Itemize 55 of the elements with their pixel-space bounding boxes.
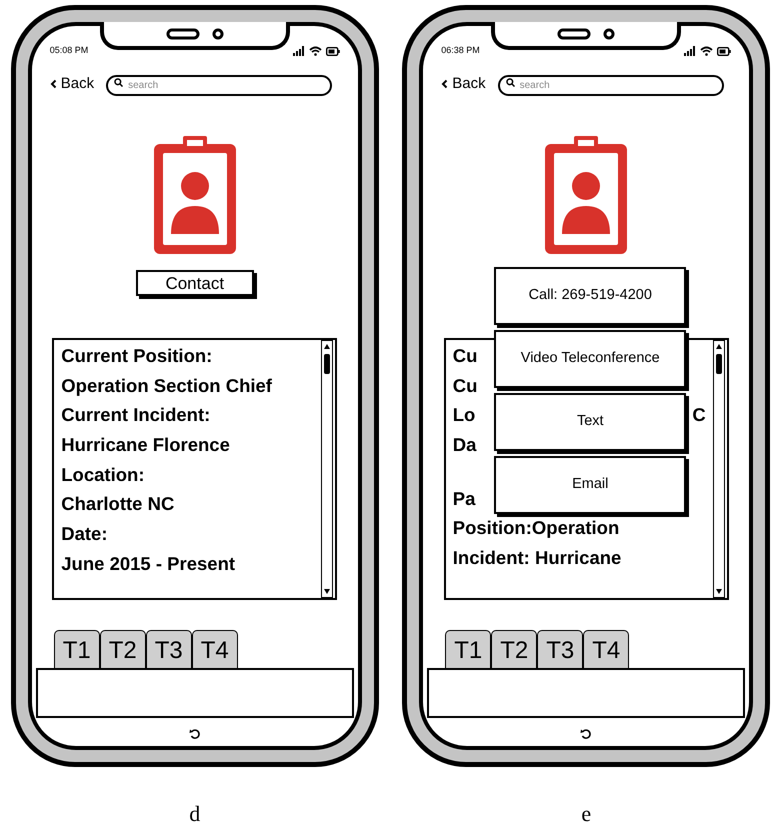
status-time: 06:38 PM	[441, 44, 480, 58]
contact-option-menu[interactable]: Email	[494, 456, 686, 514]
wifi-icon	[308, 46, 322, 56]
detail-text: Cu	[452, 374, 478, 398]
refresh-icon[interactable]	[188, 728, 201, 740]
contact-option-menu[interactable]: Call: 269-519-4200	[494, 267, 686, 325]
signal-icon	[292, 46, 305, 56]
figure-caption: e	[581, 800, 592, 828]
contact-option-menu[interactable]: Text	[494, 393, 686, 451]
figure-caption: d	[189, 800, 200, 828]
detail-text: Current Position:	[61, 344, 212, 368]
tab[interactable]: T4	[192, 630, 238, 668]
tab[interactable]: T2	[100, 630, 146, 668]
scrollbar[interactable]	[321, 340, 334, 598]
search-icon	[114, 78, 124, 87]
detail-text: Cu	[452, 344, 478, 368]
detail-text: Pa	[452, 486, 476, 511]
chevron-left-icon	[50, 79, 57, 89]
tab[interactable]: T1	[445, 630, 492, 668]
back-button[interactable]: Back	[441, 72, 486, 96]
refresh-icon[interactable]	[580, 728, 592, 740]
camera-icon	[212, 28, 224, 40]
detail-text: Charlotte NC	[61, 492, 174, 516]
contact-button[interactable]: Contact	[136, 270, 254, 296]
battery-icon	[326, 46, 340, 56]
battery-icon	[717, 46, 732, 56]
detail-text: Lo	[452, 403, 476, 428]
scrollbar[interactable]	[712, 340, 725, 598]
detail-text: June 2015 - Present	[61, 552, 236, 576]
back-button[interactable]: Back	[50, 72, 94, 96]
tab[interactable]: T4	[583, 630, 630, 668]
speaker-icon	[166, 28, 200, 40]
camera-icon	[603, 28, 616, 40]
search-icon	[506, 78, 515, 87]
wifi-icon	[700, 46, 714, 56]
contact-option-menu[interactable]: Video Teleconference	[494, 330, 686, 388]
chevron-left-icon	[441, 79, 448, 89]
detail-text: Current Incident:	[61, 403, 210, 428]
tab[interactable]: T3	[146, 630, 192, 668]
tab[interactable]: T2	[491, 630, 538, 668]
speaker-icon	[557, 28, 592, 40]
detail-text: Hurricane Florence	[61, 433, 230, 458]
tab[interactable]: T3	[537, 630, 584, 668]
status-time: 05:08 PM	[50, 44, 88, 58]
detail-text: Incident: Hurricane	[452, 546, 622, 570]
detail-text: Da	[452, 433, 476, 458]
search-field[interactable]: search	[498, 75, 724, 96]
detail-text: Date:	[61, 522, 108, 546]
detail-text: Location:	[61, 462, 144, 487]
search-field[interactable]: search	[106, 75, 332, 96]
detail-text: C	[692, 403, 706, 428]
tab[interactable]: T1	[54, 630, 100, 668]
detail-text: Position:Operation	[452, 516, 620, 540]
signal-icon	[684, 46, 696, 56]
detail-text: Operation Section Chief	[61, 374, 272, 398]
